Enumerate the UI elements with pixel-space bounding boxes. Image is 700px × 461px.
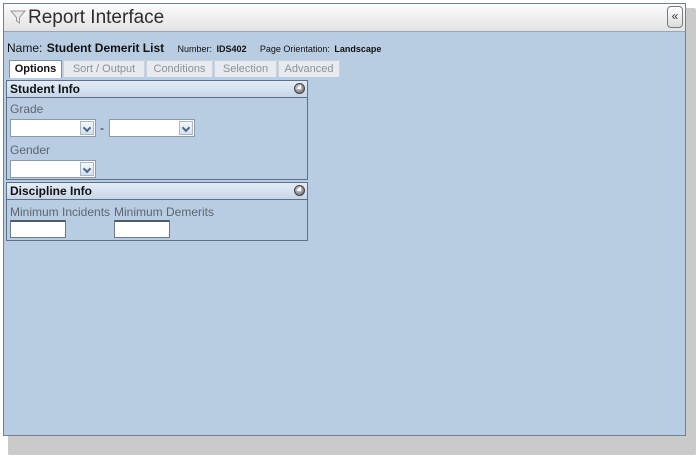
min-demerits-label: Minimum Demerits: [114, 205, 215, 219]
number-label: Number:: [177, 44, 213, 54]
discipline-info-title: Discipline Info: [10, 184, 93, 198]
filter-icon: [10, 10, 26, 24]
orientation-label: Page Orientation:: [259, 44, 330, 54]
student-info-header: Student Info: [7, 81, 307, 98]
collapse-panel-icon[interactable]: [294, 83, 305, 94]
min-incidents-input[interactable]: [10, 220, 66, 238]
tab-conditions[interactable]: Conditions: [146, 60, 213, 77]
tab-advanced[interactable]: Advanced: [278, 60, 340, 77]
chevron-down-icon[interactable]: [179, 121, 193, 135]
report-name: Student Demerit List: [46, 41, 165, 55]
collapse-panel-icon[interactable]: [294, 185, 305, 196]
chevron-down-icon[interactable]: [80, 162, 94, 176]
grade-range-separator: -: [100, 121, 104, 135]
student-info-panel: Student Info Grade - Gender: [6, 80, 308, 180]
window-title: Report Interface: [28, 7, 165, 28]
name-label: Name:: [7, 41, 43, 55]
gender-select[interactable]: [10, 160, 96, 178]
report-number: IDS402: [216, 44, 247, 54]
tab-selection[interactable]: Selection: [214, 60, 277, 77]
discipline-info-header: Discipline Info: [7, 183, 307, 200]
tab-options[interactable]: Options: [9, 60, 62, 78]
chevron-down-icon[interactable]: [80, 121, 94, 135]
collapse-button[interactable]: «: [667, 6, 683, 28]
student-info-title: Student Info: [10, 82, 80, 96]
report-info-bar: Name: Student Demerit List Number: IDS40…: [7, 39, 381, 57]
grade-label: Grade: [10, 102, 44, 116]
min-incidents-label: Minimum Incidents: [10, 205, 111, 219]
report-window: Report Interface « Name: Student Demerit…: [3, 3, 686, 436]
gender-label: Gender: [10, 143, 51, 157]
min-demerits-input[interactable]: [114, 220, 170, 238]
discipline-info-panel: Discipline Info Minimum Incidents Minimu…: [6, 182, 308, 241]
grade-from-select[interactable]: [10, 119, 96, 137]
grade-to-select[interactable]: [109, 119, 195, 137]
report-orientation: Landscape: [334, 44, 382, 54]
title-bar: Report Interface «: [4, 4, 685, 32]
tab-sort-output[interactable]: Sort / Output: [63, 60, 145, 77]
